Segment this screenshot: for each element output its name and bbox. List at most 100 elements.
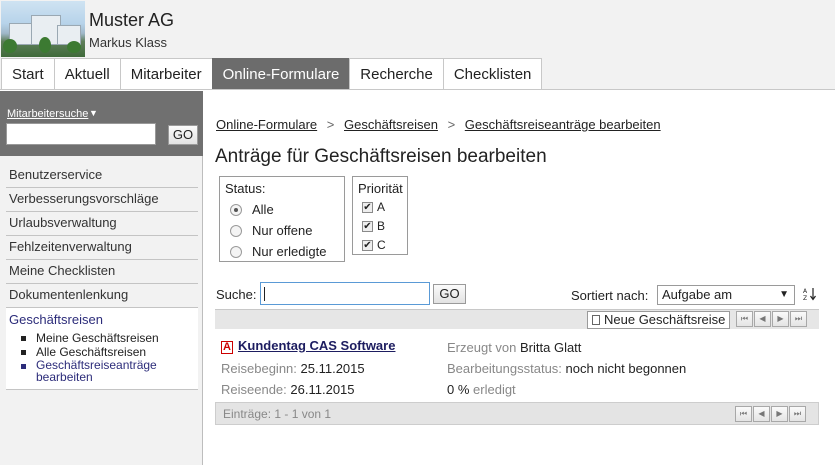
tab-checklisten[interactable]: Checklisten [442, 58, 543, 89]
status-option-label: Alle [252, 202, 274, 217]
page-title: Anträge für Geschäftsreisen bearbeiten [215, 146, 547, 167]
previous-page-icon[interactable]: ◀ [754, 311, 771, 327]
priority-badge: A [221, 341, 233, 354]
new-business-trip-button[interactable]: Neue Geschäftsreise [587, 311, 731, 329]
sidebar-menu: Benutzerservice Verbesserungsvorschläge … [6, 164, 198, 390]
list-footer: Einträge: 1 - 1 von 1 ⏮ ◀ ▶ ⏭ [215, 402, 819, 425]
checkbox-checked[interactable]: ✔ [362, 220, 373, 232]
first-page-icon[interactable]: ⏮ [735, 406, 752, 422]
sidebar-item-benutzerservice[interactable]: Benutzerservice [6, 164, 198, 188]
pager-bottom: ⏮ ◀ ▶ ⏭ [734, 406, 806, 422]
priority-filter-title: Priorität [358, 181, 403, 196]
tab-start[interactable]: Start [1, 58, 55, 89]
status-option-label: Nur erledigte [252, 244, 327, 259]
sidebar-item-dokumentenlenkung[interactable]: Dokumentenlenkung [6, 284, 198, 308]
sidebar-item-geschaeftsreisen[interactable]: Geschäftsreisen [9, 312, 198, 327]
search-go-button[interactable]: GO [433, 284, 466, 304]
breadcrumb-online-formulare[interactable]: Online-Formulare [216, 117, 317, 132]
priority-option-label: B [377, 219, 386, 233]
search-label: Suche: [216, 287, 257, 302]
tab-recherche[interactable]: Recherche [349, 58, 444, 89]
user-name: Markus Klass [89, 35, 168, 50]
sidebar-item-verbesserungsvorschlaege[interactable]: Verbesserungsvorschläge [6, 188, 198, 212]
status-option-offene[interactable]: Nur offene [230, 223, 312, 238]
svg-text:A: A [803, 288, 808, 295]
entry-creator-value: Britta Glatt [520, 340, 582, 355]
priority-option-label: A [377, 200, 386, 214]
header: Muster AG Markus Klass [0, 0, 835, 58]
entry-status: Bearbeitungsstatus: noch nicht begonnen [447, 361, 686, 376]
new-document-icon [592, 315, 600, 325]
entry-creator-label: Erzeugt von [447, 340, 517, 355]
entry-start-value: 25.11.2015 [300, 361, 365, 376]
breadcrumb-geschaeftsreisen[interactable]: Geschäftsreisen [344, 117, 438, 132]
last-page-icon[interactable]: ⏭ [789, 406, 806, 422]
sidebar-section-geschaeftsreisen: Geschäftsreisen Meine Geschäftsreisen Al… [6, 308, 198, 390]
sort-select[interactable]: Aufgabe am ▼ [657, 285, 795, 305]
entries-count: Einträge: 1 - 1 von 1 [223, 407, 332, 421]
breadcrumb: Online-Formulare > Geschäftsreisen > Ges… [216, 117, 661, 132]
breadcrumb-separator: > [447, 117, 456, 132]
sort-select-value: Aufgabe am [662, 287, 733, 302]
status-option-label: Nur offene [252, 223, 313, 238]
main-navigation: Start Aktuell Mitarbeiter Online-Formula… [0, 58, 835, 90]
company-name: Muster AG [89, 10, 175, 30]
priority-option-a[interactable]: ✔ A [362, 200, 385, 214]
entry-progress-value: 0 % [447, 382, 470, 397]
breadcrumb-antraege-bearbeiten[interactable]: Geschäftsreiseanträge bearbeiten [465, 117, 661, 132]
new-business-trip-label: Neue Geschäftsreise [604, 312, 726, 327]
sidebar-subitem-alle-geschaeftsreisen[interactable]: Alle Geschäftsreisen [15, 345, 198, 359]
entry-title-link[interactable]: Kundentag CAS Software [238, 338, 395, 353]
tab-online-formulare[interactable]: Online-Formulare [211, 58, 351, 89]
sort-direction-icon[interactable]: A Z [803, 287, 817, 302]
entry-progress: 0 % erledigt [447, 382, 516, 397]
entry-end: Reiseende: 26.11.2015 [221, 382, 355, 397]
company-logo [1, 1, 85, 57]
entry-end-value: 26.11.2015 [290, 382, 355, 397]
next-page-icon[interactable]: ▶ [772, 311, 789, 327]
list-toolbar: Neue Geschäftsreise ⏮ ◀ ▶ ⏭ [215, 309, 819, 329]
tab-aktuell[interactable]: Aktuell [53, 58, 121, 89]
sidebar-item-fehlzeitenverwaltung[interactable]: Fehlzeitenverwaltung [6, 236, 198, 260]
priority-filter: Priorität ✔ A ✔ B ✔ C [352, 176, 408, 255]
entry-status-value: noch nicht begonnen [565, 361, 687, 376]
sort-label: Sortiert nach: [571, 288, 649, 303]
pager-top: ⏮ ◀ ▶ ⏭ [735, 311, 807, 327]
first-page-icon[interactable]: ⏮ [736, 311, 753, 327]
checkbox-checked[interactable]: ✔ [362, 239, 373, 251]
last-page-icon[interactable]: ⏭ [790, 311, 807, 327]
tab-mitarbeiter[interactable]: Mitarbeiter [119, 58, 213, 89]
sidebar-item-urlaubsverwaltung[interactable]: Urlaubsverwaltung [6, 212, 198, 236]
entry-start-label: Reisebeginn: [221, 361, 297, 376]
entry-progress-label: erledigt [473, 382, 516, 397]
radio[interactable] [230, 245, 242, 258]
radio-selected[interactable] [230, 203, 242, 216]
employee-search-panel: Mitarbeitersuche ▼ GO [0, 91, 203, 156]
employee-search-go-button[interactable]: GO [168, 125, 198, 145]
sidebar: Mitarbeitersuche ▼ GO Benutzerservice Ve… [0, 91, 203, 465]
entry-creator: Erzeugt von Britta Glatt [447, 340, 581, 355]
sidebar-item-meine-checklisten[interactable]: Meine Checklisten [6, 260, 198, 284]
priority-option-label: C [377, 238, 386, 252]
svg-text:Z: Z [803, 295, 807, 301]
radio[interactable] [230, 224, 242, 237]
priority-option-c[interactable]: ✔ C [362, 238, 386, 252]
status-filter: Status: Alle Nur offene Nur erledigte [219, 176, 345, 262]
search-input[interactable] [260, 282, 430, 305]
caret-down-icon[interactable]: ▼ [89, 108, 98, 118]
priority-option-b[interactable]: ✔ B [362, 219, 385, 233]
sidebar-subitem-meine-geschaeftsreisen[interactable]: Meine Geschäftsreisen [15, 331, 198, 345]
entry-end-label: Reiseende: [221, 382, 287, 397]
previous-page-icon[interactable]: ◀ [753, 406, 770, 422]
status-option-alle[interactable]: Alle [230, 202, 274, 217]
next-page-icon[interactable]: ▶ [771, 406, 788, 422]
sidebar-subitem-antraege-bearbeiten[interactable]: Geschäftsreiseanträge bearbeiten [15, 359, 198, 383]
breadcrumb-separator: > [326, 117, 335, 132]
employee-search-input[interactable] [6, 123, 156, 145]
status-option-erledigte[interactable]: Nur erledigte [230, 244, 326, 259]
employee-search-label[interactable]: Mitarbeitersuche [7, 108, 88, 120]
status-filter-title: Status: [225, 181, 266, 196]
entry-start: Reisebeginn: 25.11.2015 [221, 361, 365, 376]
dropdown-arrow-icon: ▼ [779, 289, 789, 300]
checkbox-checked[interactable]: ✔ [362, 201, 373, 213]
